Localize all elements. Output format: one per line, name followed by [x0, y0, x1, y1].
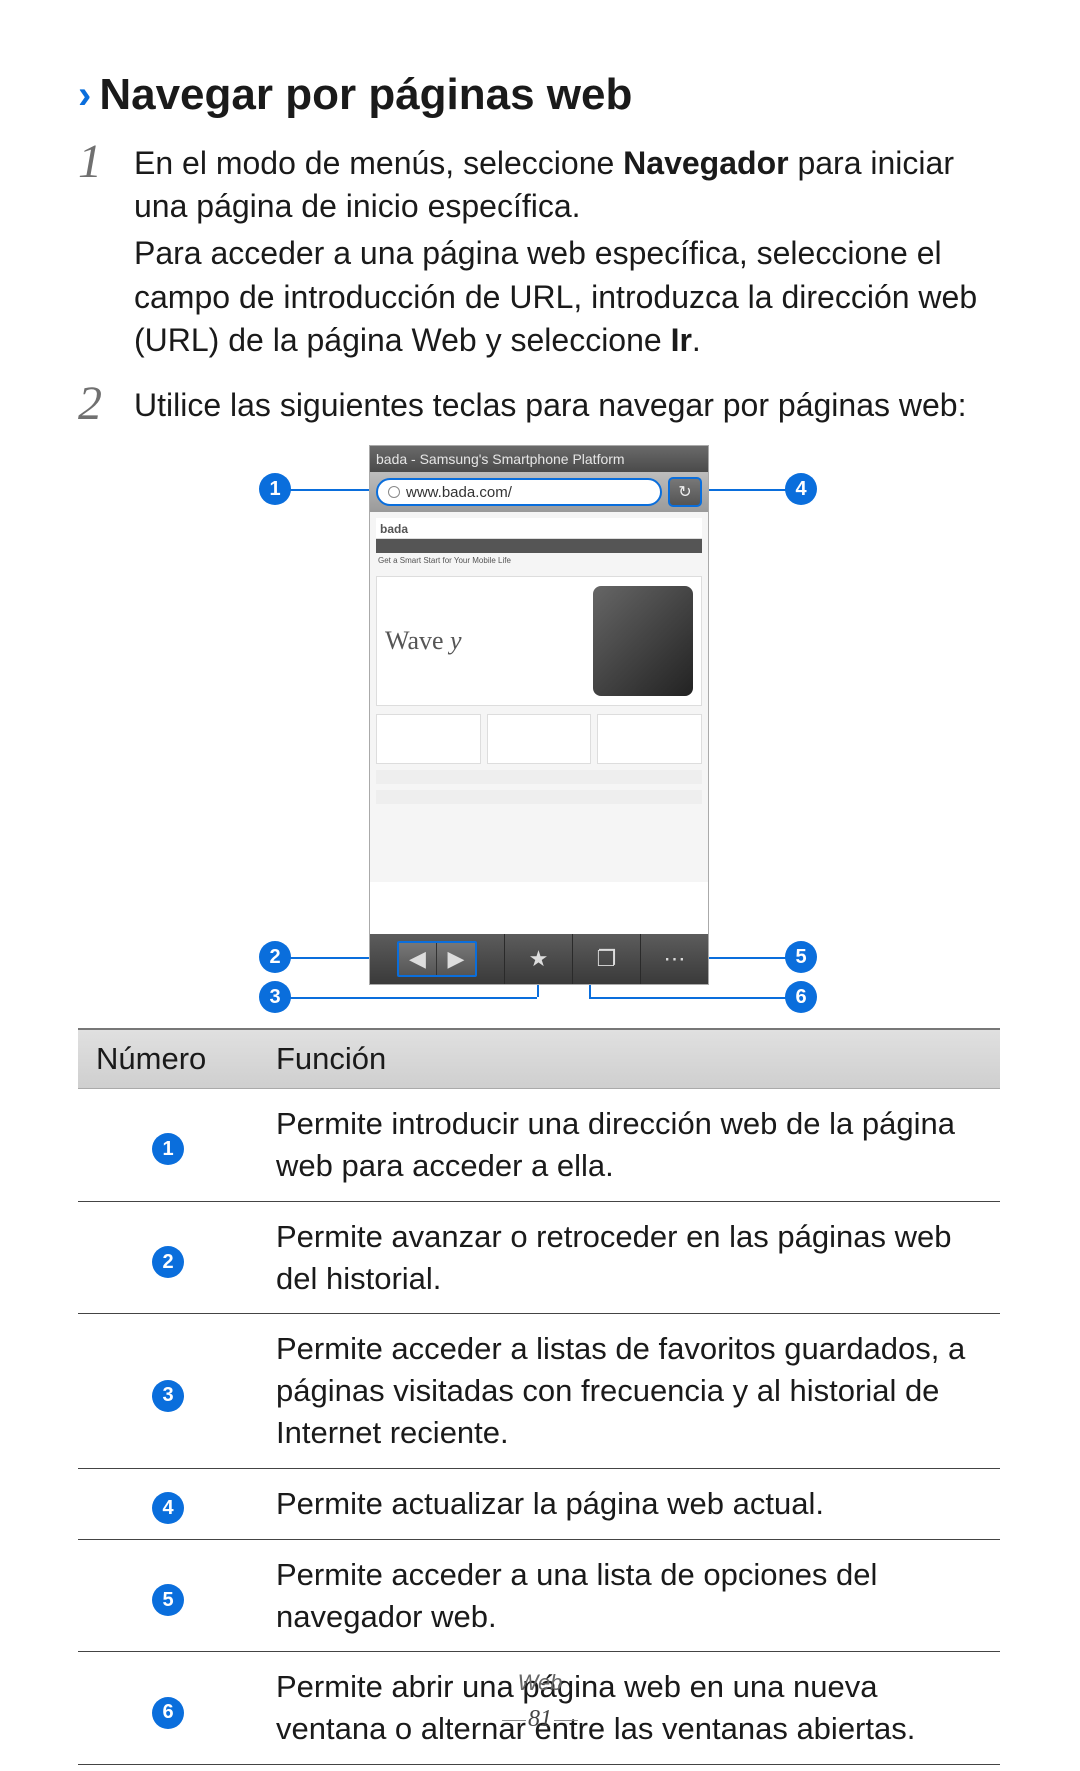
- url-input[interactable]: www.bada.com/: [376, 478, 662, 506]
- step-body: En el modo de menús, seleccione Navegado…: [134, 138, 1000, 366]
- row-marker: 5: [152, 1584, 184, 1616]
- page-number: 81: [510, 1704, 570, 1735]
- row-function: Permite avanzar o retroceder en las pági…: [258, 1201, 1000, 1314]
- site-tabs: [376, 539, 702, 553]
- bookmarks-button[interactable]: ★: [505, 934, 573, 984]
- step1-p2a: Para acceder a una página web específica…: [134, 235, 977, 357]
- step-number: 2: [78, 380, 112, 431]
- phone-figure: 1 4 2 5 3 6 bada - Samsung's Smartphone …: [78, 445, 1000, 1000]
- step-1: 1 En el modo de menús, seleccione Navega…: [78, 138, 1000, 366]
- forward-button[interactable]: ▶: [437, 943, 475, 975]
- step1-p2-bold: Ir: [671, 322, 692, 358]
- windows-button[interactable]: ❐: [573, 934, 641, 984]
- step1-bold: Navegador: [623, 145, 788, 181]
- step1-p2b: .: [692, 322, 701, 358]
- browser-titlebar: bada - Samsung's Smartphone Platform: [370, 446, 708, 472]
- callout-line: [289, 997, 537, 999]
- info-card: [376, 714, 481, 764]
- callout-marker-3: 3: [259, 981, 291, 1013]
- table-row: 3 Permite acceder a listas de favoritos …: [78, 1314, 1000, 1469]
- row-function: Permite acceder a una lista de opciones …: [258, 1539, 1000, 1652]
- refresh-button[interactable]: ↻: [668, 477, 702, 507]
- callout-marker-5: 5: [785, 941, 817, 973]
- callout-marker-6: 6: [785, 981, 817, 1013]
- table-row: 2 Permite avanzar o retroceder en las pá…: [78, 1201, 1000, 1314]
- table-row: 1 Permite introducir una dirección web d…: [78, 1088, 1000, 1201]
- globe-icon: [388, 486, 400, 498]
- col-header-function: Función: [258, 1029, 1000, 1088]
- row-marker: 1: [152, 1133, 184, 1165]
- step-body: Utilice las siguientes teclas para naveg…: [134, 380, 1000, 431]
- step1-text-a: En el modo de menús, seleccione: [134, 145, 623, 181]
- callout-line: [289, 957, 379, 959]
- function-table: Número Función 1 Permite introducir una …: [78, 1028, 1000, 1765]
- table-row: 4 Permite actualizar la página web actua…: [78, 1468, 1000, 1539]
- row-function: Permite acceder a listas de favoritos gu…: [258, 1314, 1000, 1469]
- url-text: www.bada.com/: [406, 484, 512, 501]
- browser-urlbar: www.bada.com/ ↻: [370, 472, 708, 512]
- refresh-icon: ↻: [678, 482, 691, 502]
- callout-line: [703, 957, 787, 959]
- nav-buttons[interactable]: ◀ ▶: [397, 941, 477, 977]
- hero-caption: Get a Smart Start for Your Mobile Life: [376, 553, 702, 568]
- callout-marker-2: 2: [259, 941, 291, 973]
- callout-line: [289, 489, 379, 491]
- browser-bottombar: ◀ ▶ ★ ❐ ⋯: [370, 934, 708, 984]
- wave-y: y: [450, 626, 462, 655]
- info-cards: [376, 714, 702, 764]
- steps-list: 1 En el modo de menús, seleccione Navega…: [78, 138, 1000, 431]
- manual-page: › Navegar por páginas web 1 En el modo d…: [0, 0, 1080, 1765]
- col-header-number: Número: [78, 1029, 258, 1088]
- back-button[interactable]: ◀: [399, 943, 437, 975]
- step-number: 1: [78, 138, 112, 366]
- page-footer: Web 81: [0, 1670, 1080, 1735]
- callout-line: [703, 489, 787, 491]
- info-card: [487, 714, 592, 764]
- more-button[interactable]: ⋯: [641, 934, 708, 984]
- phone-image: [593, 586, 693, 696]
- footer-strip: [376, 790, 702, 804]
- step2-text: Utilice las siguientes teclas para naveg…: [134, 384, 1000, 427]
- step-2: 2 Utilice las siguientes teclas para nav…: [78, 380, 1000, 431]
- phone-screenshot: bada - Samsung's Smartphone Platform www…: [369, 445, 709, 985]
- hero-banner: Wave y: [376, 576, 702, 706]
- star-icon: ★: [529, 946, 549, 972]
- footer-strip: [376, 770, 702, 784]
- more-icon: ⋯: [664, 946, 686, 972]
- wave-label: Wave: [385, 626, 450, 655]
- heading-text: Navegar por páginas web: [99, 70, 632, 120]
- page-content: bada Get a Smart Start for Your Mobile L…: [370, 512, 708, 882]
- table-row: 5 Permite acceder a una lista de opcione…: [78, 1539, 1000, 1652]
- back-icon: ◀: [409, 946, 426, 972]
- section-heading: › Navegar por páginas web: [78, 70, 1000, 120]
- forward-icon: ▶: [448, 946, 465, 972]
- nav-cell: ◀ ▶: [370, 934, 505, 984]
- row-marker: 3: [152, 1380, 184, 1412]
- windows-icon: ❐: [597, 946, 617, 972]
- row-marker: 2: [152, 1246, 184, 1278]
- callout-marker-1: 1: [259, 473, 291, 505]
- callout-marker-4: 4: [785, 473, 817, 505]
- chevron-icon: ›: [78, 75, 91, 115]
- site-brand: bada: [376, 518, 702, 539]
- row-marker: 4: [152, 1492, 184, 1524]
- callout-line: [589, 997, 787, 999]
- info-card: [597, 714, 702, 764]
- row-function: Permite actualizar la página web actual.: [258, 1468, 1000, 1539]
- footer-section-label: Web: [0, 1670, 1080, 1696]
- row-function: Permite introducir una dirección web de …: [258, 1088, 1000, 1201]
